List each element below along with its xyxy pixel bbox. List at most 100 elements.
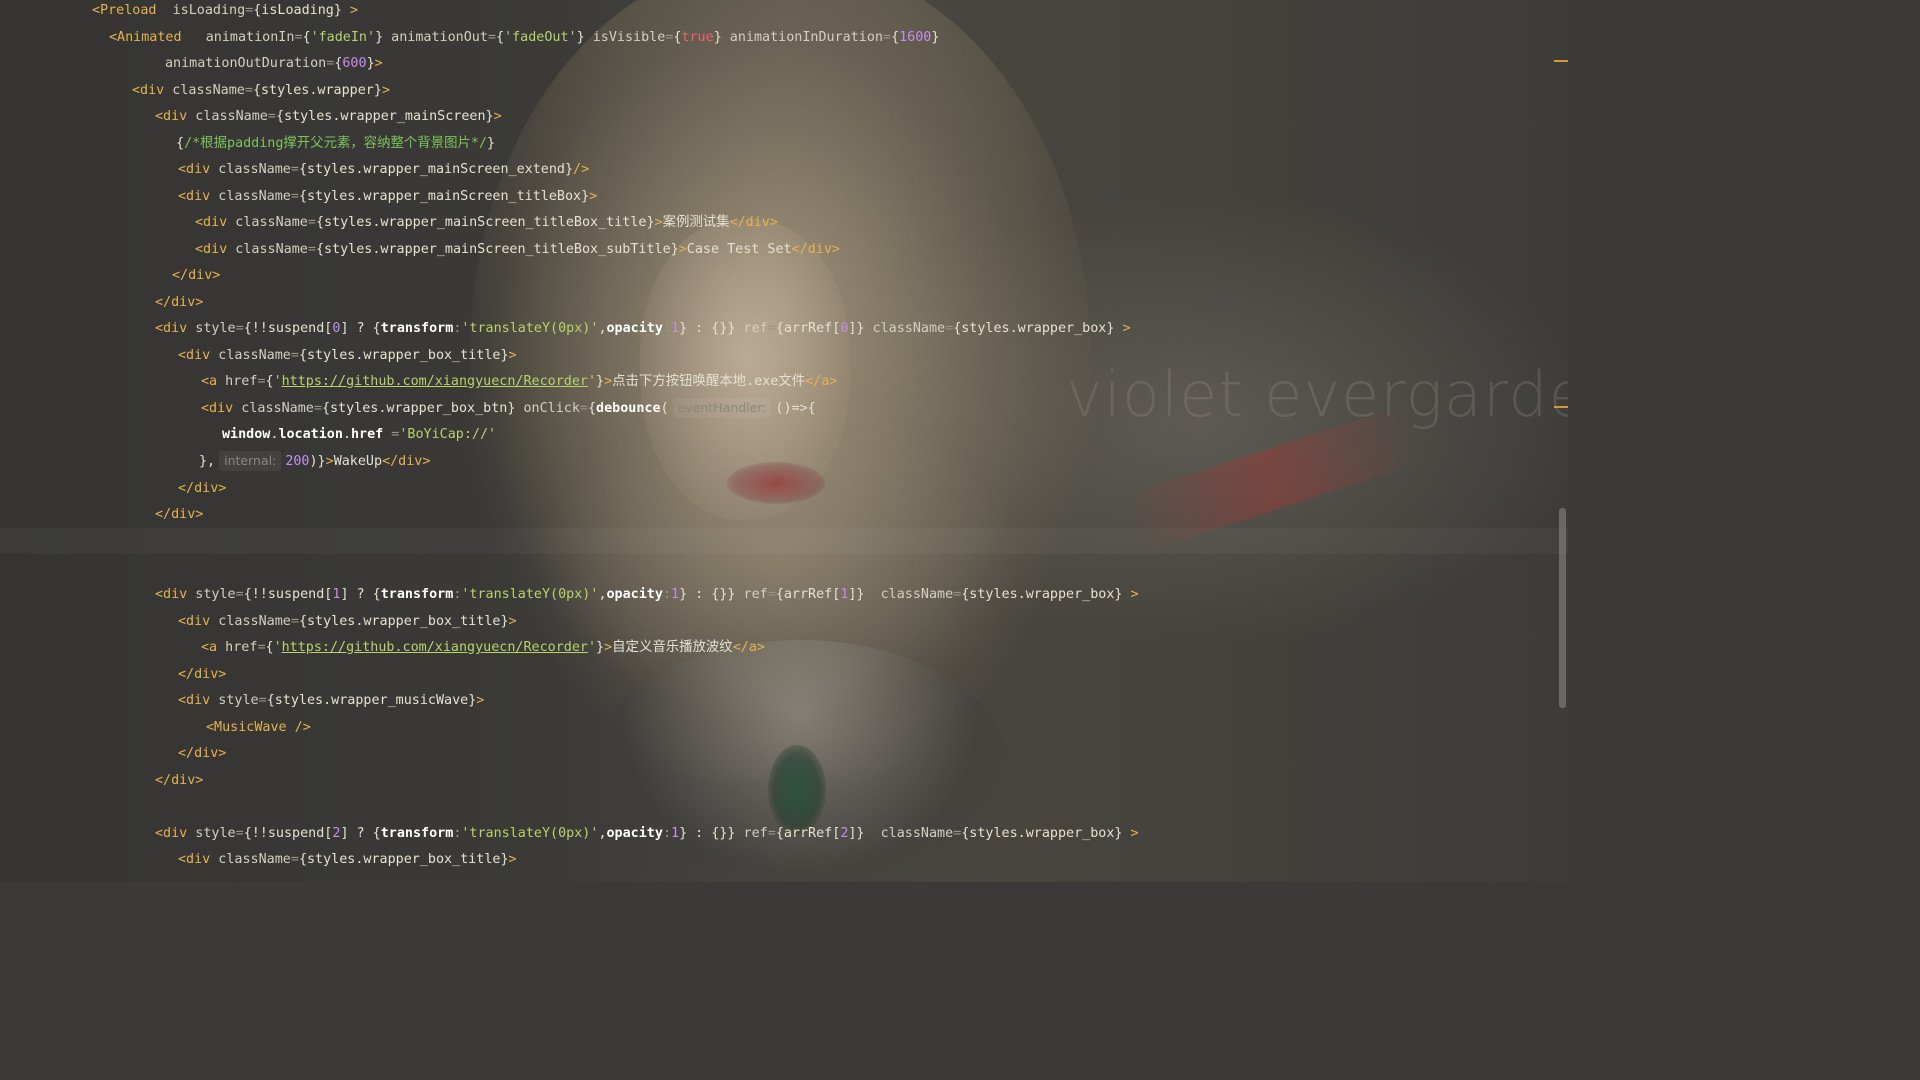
code-token: Case Test Set [686,242,792,257]
code-line[interactable]: </div> [172,263,220,289]
code-line[interactable]: <div className={styles.wrapper_box_title… [178,847,517,873]
code-line[interactable]: animationOutDuration={600}> [165,51,383,77]
code-line[interactable]: <div className={styles.wrapper_mainScree… [155,104,502,130]
code-token: = [290,189,299,204]
code-line[interactable]: </div> [155,502,203,528]
code-line[interactable]: <div className={styles.wrapper_mainScree… [178,184,597,210]
code-token: style [187,826,236,841]
code-token: } : {}} [679,587,736,602]
code-editor[interactable]: <Preload isLoading={isLoading} > <Animate… [0,0,1568,882]
code-token: { [176,136,185,151]
code-token: ()=>{ [775,401,816,416]
code-token: }, [199,454,216,469]
code-token: </a> [732,640,765,655]
code-token: location [278,427,343,442]
code-line[interactable]: <a href={'https://github.com/xiangyuecn/… [201,635,765,661]
code-line[interactable]: <div className={styles.wrapper_box_title… [178,609,517,635]
code-token: opacity [606,587,663,602]
code-line[interactable]: <div style={!!suspend[1] ? {transform:'t… [155,582,1139,608]
code-line[interactable]: </div> [178,741,226,767]
code-token: style [210,693,259,708]
code-line[interactable]: <div className={styles.wrapper_box_btn} … [201,396,816,422]
code-token: className [210,189,291,204]
code-token: </div> [382,454,431,469]
code-token: className [227,242,308,257]
code-token: { [302,30,311,45]
code-line[interactable]: <div className={styles.wrapper_mainScree… [178,157,589,183]
code-token: href [217,640,258,655]
code-line[interactable]: <div className={styles.wrapper_mainScree… [195,237,840,263]
code-token: style [187,587,236,602]
code-token: animationInDuration [721,30,883,45]
code-token: {styles.wrapper_musicWave} [266,693,477,708]
code-token: </div> [178,667,227,682]
code-line[interactable]: <a href={'https://github.com/xiangyuecn/… [201,369,837,395]
code-line[interactable]: <div className={styles.wrapper_box_title… [178,343,517,369]
code-token: } [713,30,722,45]
code-token: {styles.wrapper_mainScreen_titleBox_titl… [315,215,655,230]
code-line[interactable]: window.location.href ='BoYiCap://' [222,422,496,448]
code-token: 'translateY(0px)' [461,587,599,602]
code-token: > [508,348,517,363]
code-token: = [883,30,892,45]
code-line[interactable]: <MusicWave /> [206,715,311,741]
code-token: ( [660,401,669,416]
code-token: } [596,640,605,655]
code-token: transform [380,826,454,841]
code-token: <div [178,348,211,363]
code-token: = [235,321,244,336]
code-token: </div> [155,295,204,310]
code-token: transform [380,587,454,602]
code-token: {styles.wrapper_box_title} [298,348,509,363]
code-token: https://github.com/xiangyuecn/Recorder [281,374,588,389]
code-token: > [493,109,502,124]
code-token: > [654,215,663,230]
code-token: <div [155,109,188,124]
code-token: ] ? { [340,321,381,336]
code-line[interactable]: {/*根据padding撑开父元素，容纳整个背景图片*/} [176,131,495,157]
code-token: className [227,215,308,230]
code-line[interactable]: <Preload isLoading={isLoading} > [92,0,358,24]
code-token: = [383,427,400,442]
code-token: debounce [596,401,661,416]
code-line[interactable]: <div style={!!suspend[0] ? {transform:'t… [155,316,1131,342]
code-token: className [210,614,291,629]
code-token: , [598,826,607,841]
code-token: : [662,587,671,602]
code-token: className [864,321,946,336]
code-token: ' [587,374,597,389]
code-token: {styles.wrapper_box_btn} [321,401,516,416]
code-token: 自定义音乐播放波纹 [612,640,733,655]
code-token: isVisible [584,30,666,45]
code-line[interactable]: </div> [178,476,226,502]
code-token: ] ? { [340,826,381,841]
code-line[interactable]: }, internal: 200)}>WakeUp</div> [199,449,430,475]
code-token: > [381,83,390,98]
code-line[interactable]: <Animated animationIn={'fadeIn'} animati… [109,25,939,51]
code-token: /> [573,162,590,177]
code-token: </div> [178,746,227,761]
parameter-hint: eventHandler: [672,398,772,418]
code-line[interactable]: </div> [178,662,226,688]
code-line[interactable]: <div style={styles.wrapper_musicWave}> [178,688,484,714]
code-token: )} [309,454,326,469]
code-token: ref [735,587,768,602]
code-token: } [576,30,585,45]
code-line[interactable]: </div> [155,768,203,794]
code-token: <div [178,162,211,177]
code-token: href [351,427,384,442]
code-token: style [187,321,236,336]
code-token: = [235,826,244,841]
code-token: 'translateY(0px)' [461,321,599,336]
code-line[interactable]: <div style={!!suspend[2] ? {transform:'t… [155,821,1139,847]
code-token: <div [155,321,188,336]
code-line[interactable]: <div className={styles.wrapper}> [132,78,390,104]
vertical-scrollbar-thumb[interactable] [1559,508,1566,708]
code-token: = [244,83,253,98]
code-token: {styles.wrapper_box} [953,321,1115,336]
code-line[interactable]: </div> [155,290,203,316]
code-token: ] ? { [340,587,381,602]
code-token: > [476,693,485,708]
code-line[interactable]: <div className={styles.wrapper_mainScree… [195,210,778,236]
code-token: opacity [606,321,663,336]
